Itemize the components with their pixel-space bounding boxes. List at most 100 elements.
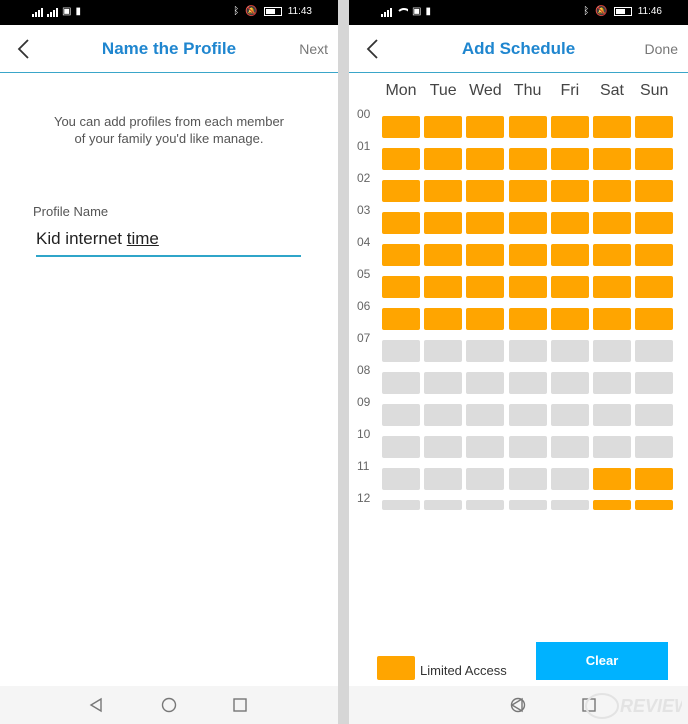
schedule-cell-thu-01[interactable] <box>508 148 547 170</box>
schedule-cell-mon-01[interactable] <box>382 148 420 170</box>
next-button[interactable]: Next <box>299 41 328 57</box>
schedule-cell-thu-02[interactable] <box>508 180 547 202</box>
nav-back-icon[interactable] <box>88 697 104 713</box>
nav-recent-icon[interactable] <box>232 697 248 713</box>
schedule-cell-tue-05[interactable] <box>424 276 463 298</box>
schedule-cell-sun-03[interactable] <box>635 212 674 234</box>
schedule-cell-fri-09[interactable] <box>550 404 589 426</box>
schedule-cell-wed-05[interactable] <box>466 276 505 298</box>
schedule-cell-wed-10[interactable] <box>466 436 505 458</box>
schedule-cell-sat-02[interactable] <box>593 180 631 202</box>
schedule-cell-sat-00[interactable] <box>593 116 631 138</box>
schedule-cell-sat-11[interactable] <box>593 468 631 490</box>
schedule-cell-fri-02[interactable] <box>550 180 589 202</box>
schedule-cell-sat-09[interactable] <box>593 404 631 426</box>
schedule-cell-sun-08[interactable] <box>635 372 674 394</box>
schedule-cell-tue-00[interactable] <box>424 116 463 138</box>
schedule-cell-sat-04[interactable] <box>593 244 631 266</box>
schedule-cell-mon-08[interactable] <box>382 372 420 394</box>
schedule-cell-sun-09[interactable] <box>635 404 674 426</box>
schedule-cell-thu-05[interactable] <box>508 276 547 298</box>
schedule-cell-tue-03[interactable] <box>424 212 463 234</box>
schedule-cell-sun-01[interactable] <box>635 148 674 170</box>
schedule-cell-thu-00[interactable] <box>508 116 547 138</box>
schedule-cell-wed-12[interactable] <box>466 500 505 510</box>
schedule-cell-tue-04[interactable] <box>424 244 463 266</box>
schedule-cell-wed-09[interactable] <box>466 404 505 426</box>
schedule-cell-fri-07[interactable] <box>550 340 589 362</box>
schedule-cell-sun-06[interactable] <box>635 308 674 330</box>
schedule-cell-mon-03[interactable] <box>382 212 420 234</box>
nav-home-icon[interactable] <box>161 697 177 713</box>
schedule-cell-thu-07[interactable] <box>508 340 547 362</box>
schedule-cell-fri-11[interactable] <box>550 468 589 490</box>
schedule-cell-fri-10[interactable] <box>550 436 589 458</box>
schedule-cell-wed-08[interactable] <box>466 372 505 394</box>
schedule-cell-thu-10[interactable] <box>508 436 547 458</box>
schedule-cell-mon-04[interactable] <box>382 244 420 266</box>
schedule-cell-tue-01[interactable] <box>424 148 463 170</box>
schedule-cell-fri-01[interactable] <box>550 148 589 170</box>
schedule-cell-thu-04[interactable] <box>508 244 547 266</box>
schedule-cell-fri-12[interactable] <box>550 500 589 510</box>
schedule-cell-tue-07[interactable] <box>424 340 463 362</box>
schedule-cell-tue-02[interactable] <box>424 180 463 202</box>
profile-name-input[interactable]: Kid internet time <box>36 229 301 257</box>
schedule-cell-sun-11[interactable] <box>635 468 674 490</box>
schedule-cell-fri-06[interactable] <box>550 308 589 330</box>
hour-label-04: 04 <box>357 235 371 249</box>
schedule-cell-tue-06[interactable] <box>424 308 463 330</box>
schedule-cell-wed-03[interactable] <box>466 212 505 234</box>
schedule-cell-sat-03[interactable] <box>593 212 631 234</box>
schedule-cell-fri-00[interactable] <box>550 116 589 138</box>
schedule-cell-mon-09[interactable] <box>382 404 420 426</box>
schedule-cell-sat-12[interactable] <box>593 500 631 510</box>
schedule-cell-wed-00[interactable] <box>466 116 505 138</box>
schedule-cell-thu-11[interactable] <box>508 468 547 490</box>
schedule-cell-wed-02[interactable] <box>466 180 505 202</box>
schedule-cell-fri-05[interactable] <box>550 276 589 298</box>
schedule-cell-wed-06[interactable] <box>466 308 505 330</box>
schedule-cell-sat-10[interactable] <box>593 436 631 458</box>
schedule-cell-mon-06[interactable] <box>382 308 420 330</box>
schedule-cell-wed-07[interactable] <box>466 340 505 362</box>
schedule-cell-mon-10[interactable] <box>382 436 420 458</box>
done-button[interactable]: Done <box>645 41 678 57</box>
nav-home-icon[interactable] <box>510 697 526 713</box>
schedule-cell-tue-10[interactable] <box>424 436 463 458</box>
schedule-cell-sun-12[interactable] <box>635 500 674 510</box>
schedule-cell-sat-05[interactable] <box>593 276 631 298</box>
schedule-cell-sat-01[interactable] <box>593 148 631 170</box>
schedule-cell-tue-08[interactable] <box>424 372 463 394</box>
schedule-cell-thu-08[interactable] <box>508 372 547 394</box>
clear-button[interactable]: Clear <box>536 642 668 680</box>
schedule-cell-wed-11[interactable] <box>466 468 505 490</box>
schedule-cell-thu-06[interactable] <box>508 308 547 330</box>
schedule-cell-mon-07[interactable] <box>382 340 420 362</box>
schedule-cell-sun-05[interactable] <box>635 276 674 298</box>
schedule-cell-tue-09[interactable] <box>424 404 463 426</box>
schedule-cell-wed-04[interactable] <box>466 244 505 266</box>
schedule-cell-sun-00[interactable] <box>635 116 674 138</box>
schedule-cell-thu-12[interactable] <box>508 500 547 510</box>
schedule-cell-tue-12[interactable] <box>424 500 463 510</box>
schedule-cell-sun-07[interactable] <box>635 340 674 362</box>
schedule-cell-thu-03[interactable] <box>508 212 547 234</box>
schedule-cell-thu-09[interactable] <box>508 404 547 426</box>
schedule-cell-mon-12[interactable] <box>382 500 420 510</box>
schedule-cell-fri-08[interactable] <box>550 372 589 394</box>
schedule-cell-wed-01[interactable] <box>466 148 505 170</box>
schedule-cell-mon-05[interactable] <box>382 276 420 298</box>
schedule-cell-sun-04[interactable] <box>635 244 674 266</box>
schedule-cell-fri-03[interactable] <box>550 212 589 234</box>
schedule-cell-mon-11[interactable] <box>382 468 420 490</box>
schedule-cell-tue-11[interactable] <box>424 468 463 490</box>
schedule-cell-sat-08[interactable] <box>593 372 631 394</box>
schedule-cell-fri-04[interactable] <box>550 244 589 266</box>
schedule-cell-mon-02[interactable] <box>382 180 420 202</box>
schedule-cell-sat-06[interactable] <box>593 308 631 330</box>
schedule-cell-mon-00[interactable] <box>382 116 420 138</box>
schedule-cell-sat-07[interactable] <box>593 340 631 362</box>
schedule-cell-sun-02[interactable] <box>635 180 674 202</box>
schedule-cell-sun-10[interactable] <box>635 436 674 458</box>
